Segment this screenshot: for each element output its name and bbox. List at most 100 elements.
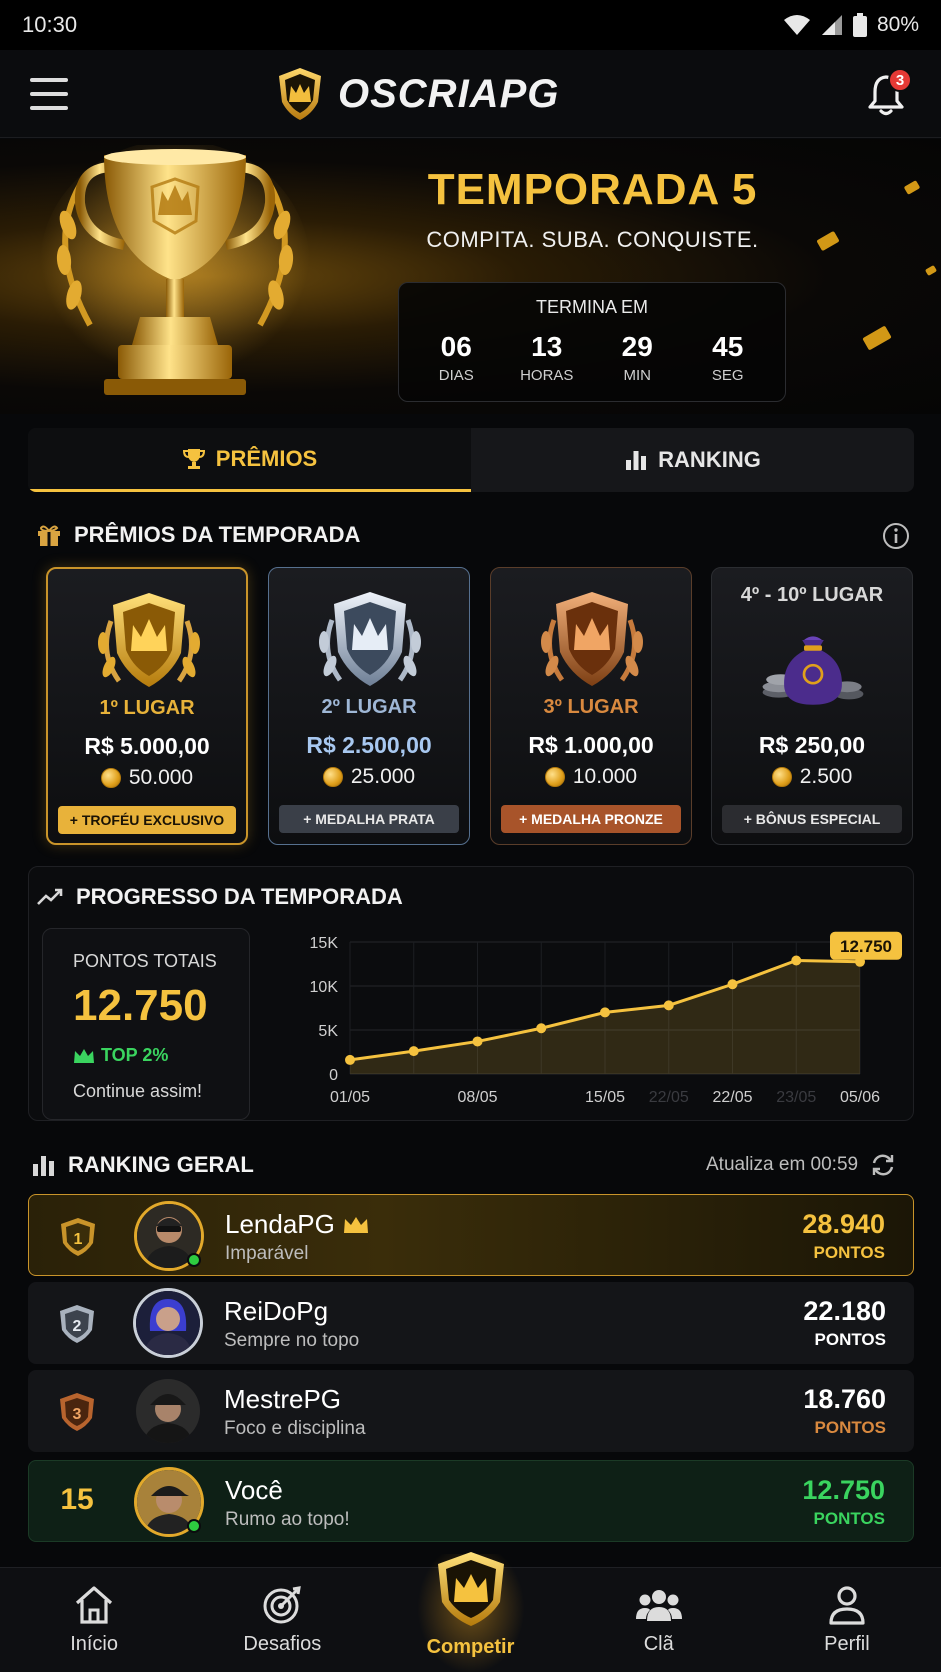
countdown-unit-label: MIN <box>623 367 652 384</box>
player-points: 22.180 <box>803 1296 886 1326</box>
points-label: PONTOS TOTAIS <box>73 951 217 971</box>
current-user-position: 15 <box>60 1483 94 1516</box>
brand: OSCRIAPG <box>276 66 559 122</box>
countdown-value: 06 <box>440 331 472 362</box>
ranking-row[interactable]: 3 MestrePG Foco e disciplina 18.760 PONT… <box>28 1370 914 1452</box>
user-icon <box>829 1585 865 1625</box>
battery-level: 80% <box>876 13 919 36</box>
menu-button[interactable] <box>30 78 68 110</box>
ranking-refresh: Atualiza em 00:59 <box>706 1152 896 1178</box>
season-title: TEMPORADA 5 <box>427 165 758 214</box>
countdown-unit-label: DIAS <box>438 367 474 384</box>
countdown-box: TERMINA EM 06 DIAS 13 HORAS 29 MIN 45 SE… <box>398 282 786 402</box>
golden-trophy-icon <box>40 145 310 395</box>
player-points: 28.940 <box>802 1209 885 1239</box>
countdown-units: 06 DIAS 13 HORAS 29 MIN 45 SEG <box>399 331 785 384</box>
prize-coins: 50.000 <box>48 766 246 790</box>
nav-label: Clã <box>643 1632 674 1655</box>
tab-premios[interactable]: PRÊMIOS <box>28 428 471 492</box>
avatar[interactable] <box>136 1291 200 1355</box>
chart-y-tick: 0 <box>329 1067 338 1084</box>
trending-up-icon <box>37 888 63 905</box>
points-value: 12.750 <box>73 981 208 1030</box>
trophy-icon <box>182 448 205 469</box>
chart-x-tick-faded: 22/05 <box>649 1089 689 1106</box>
player-points: 12.750 <box>802 1475 885 1505</box>
top-percent-text: TOP 2% <box>101 1045 169 1065</box>
brand-name: OSCRIAPG <box>338 71 560 116</box>
countdown-minutes: 29 MIN <box>597 331 677 384</box>
info-icon[interactable] <box>882 522 910 550</box>
countdown-value: 29 <box>621 331 653 362</box>
chart-value-callout-label: 12.750 <box>840 937 892 956</box>
points-unit-label: PONTOS <box>814 1330 886 1349</box>
countdown-unit-label: SEG <box>711 367 744 384</box>
refresh-timer: Atualiza em 00:59 <box>706 1154 859 1175</box>
prize-card-third[interactable]: 3º LUGAR R$ 1.000,00 10.000 + MEDALHA PR… <box>490 567 692 845</box>
crown-icon <box>74 1048 94 1063</box>
wifi-icon <box>783 15 810 35</box>
section-title-text: PROGRESSO DA TEMPORADA <box>76 884 403 909</box>
prize-bonus-badge: + BÔNUS ESPECIAL <box>722 805 902 833</box>
points-unit-label: PONTOS <box>813 1243 885 1262</box>
nav-inicio[interactable]: Início <box>0 1568 188 1672</box>
ranking-row[interactable]: 1 LendaPG Imparável 28.940 PONTOS <box>28 1194 914 1276</box>
nav-cla[interactable]: Clã <box>565 1568 753 1672</box>
spark-decoration <box>862 325 892 351</box>
player-tagline: Imparável <box>225 1243 309 1264</box>
app-header: OSCRIAPG 3 <box>0 50 941 138</box>
notifications-button[interactable]: 3 <box>866 68 914 118</box>
chart-y-tick: 15K <box>310 935 339 952</box>
countdown-label: TERMINA EM <box>535 297 648 317</box>
tab-label: RANKING <box>658 447 761 472</box>
total-points-card: PONTOS TOTAIS 12.750 TOP 2% Continue ass… <box>42 928 250 1120</box>
coins-value: 10.000 <box>572 765 638 788</box>
nav-label: Início <box>70 1632 118 1655</box>
progress-chart: 15K 10K 5K 0 12.750 01/05 08/05 15/05 22/05 05/06… <box>310 931 902 1106</box>
bronze-rank-badge-icon: 3 <box>60 1393 94 1431</box>
season-subtitle: COMPITA. SUBA. CONQUISTE. <box>426 227 759 252</box>
prize-card-fourth-to-tenth[interactable]: 4º - 10º LUGAR R$ 250,00 2.500 + BÔNUS E… <box>711 567 913 845</box>
player-name: Você <box>225 1475 283 1506</box>
chart-point <box>600 1007 610 1018</box>
nav-competir[interactable]: Competir <box>376 1551 564 1672</box>
chart-point <box>663 1000 674 1011</box>
player-name-text: ReiDoPg <box>224 1296 329 1326</box>
home-icon <box>76 1585 113 1624</box>
tab-ranking[interactable]: RANKING <box>471 428 914 492</box>
spark-decoration <box>924 264 938 277</box>
chart-point <box>791 955 802 966</box>
player-name: MestrePG <box>224 1384 341 1415</box>
menu-icon-bar <box>30 92 68 96</box>
bar-chart-icon <box>626 451 647 470</box>
spark-decoration <box>816 230 840 252</box>
prize-card-second[interactable]: 2º LUGAR R$ 2.500,00 25.000 + MEDALHA PR… <box>268 567 470 845</box>
chart-y-tick: 5K <box>318 1023 338 1040</box>
player-tagline: Sempre no topo <box>224 1330 360 1351</box>
crown-icon <box>343 1216 368 1233</box>
top-percent: TOP 2% <box>73 1045 168 1066</box>
section-title-text: RANKING GERAL <box>68 1152 254 1177</box>
prizes-section-title: PRÊMIOS DA TEMPORADA <box>36 522 360 548</box>
silver-rank-badge-icon: 2 <box>60 1305 94 1343</box>
nav-perfil[interactable]: Perfil <box>753 1568 941 1672</box>
status-bar: 10:30 80% <box>0 0 941 50</box>
nav-label: Perfil <box>824 1632 870 1655</box>
countdown-hours: 13 HORAS <box>507 331 587 384</box>
menu-icon-bar <box>30 106 68 110</box>
nav-desafios[interactable]: Desafios <box>188 1568 376 1672</box>
refresh-icon[interactable] <box>870 1152 896 1178</box>
prize-card-first[interactable]: 1º LUGAR R$ 5.000,00 50.000 + TROFÉU EXC… <box>46 567 248 845</box>
prize-money: R$ 250,00 <box>758 732 866 758</box>
season-hero: TEMPORADA 5 COMPITA. SUBA. CONQUISTE. TE… <box>0 139 941 414</box>
avatar[interactable] <box>136 1379 200 1443</box>
prize-coins: 2.500 <box>712 765 912 789</box>
chart-point <box>536 1023 547 1034</box>
ranking-row-current-user[interactable]: 15 Você Rumo ao topo! 12.750 PONTOS <box>28 1460 914 1542</box>
player-name-text: MestrePG <box>224 1384 342 1414</box>
ranking-row[interactable]: 2 ReiDoPg Sempre no topo 22.180 PONTOS <box>28 1282 914 1364</box>
coin-icon <box>544 767 565 787</box>
coin-icon <box>771 767 792 787</box>
countdown-seconds: 45 SEG <box>688 331 768 384</box>
prize-coins: 10.000 <box>491 765 691 789</box>
